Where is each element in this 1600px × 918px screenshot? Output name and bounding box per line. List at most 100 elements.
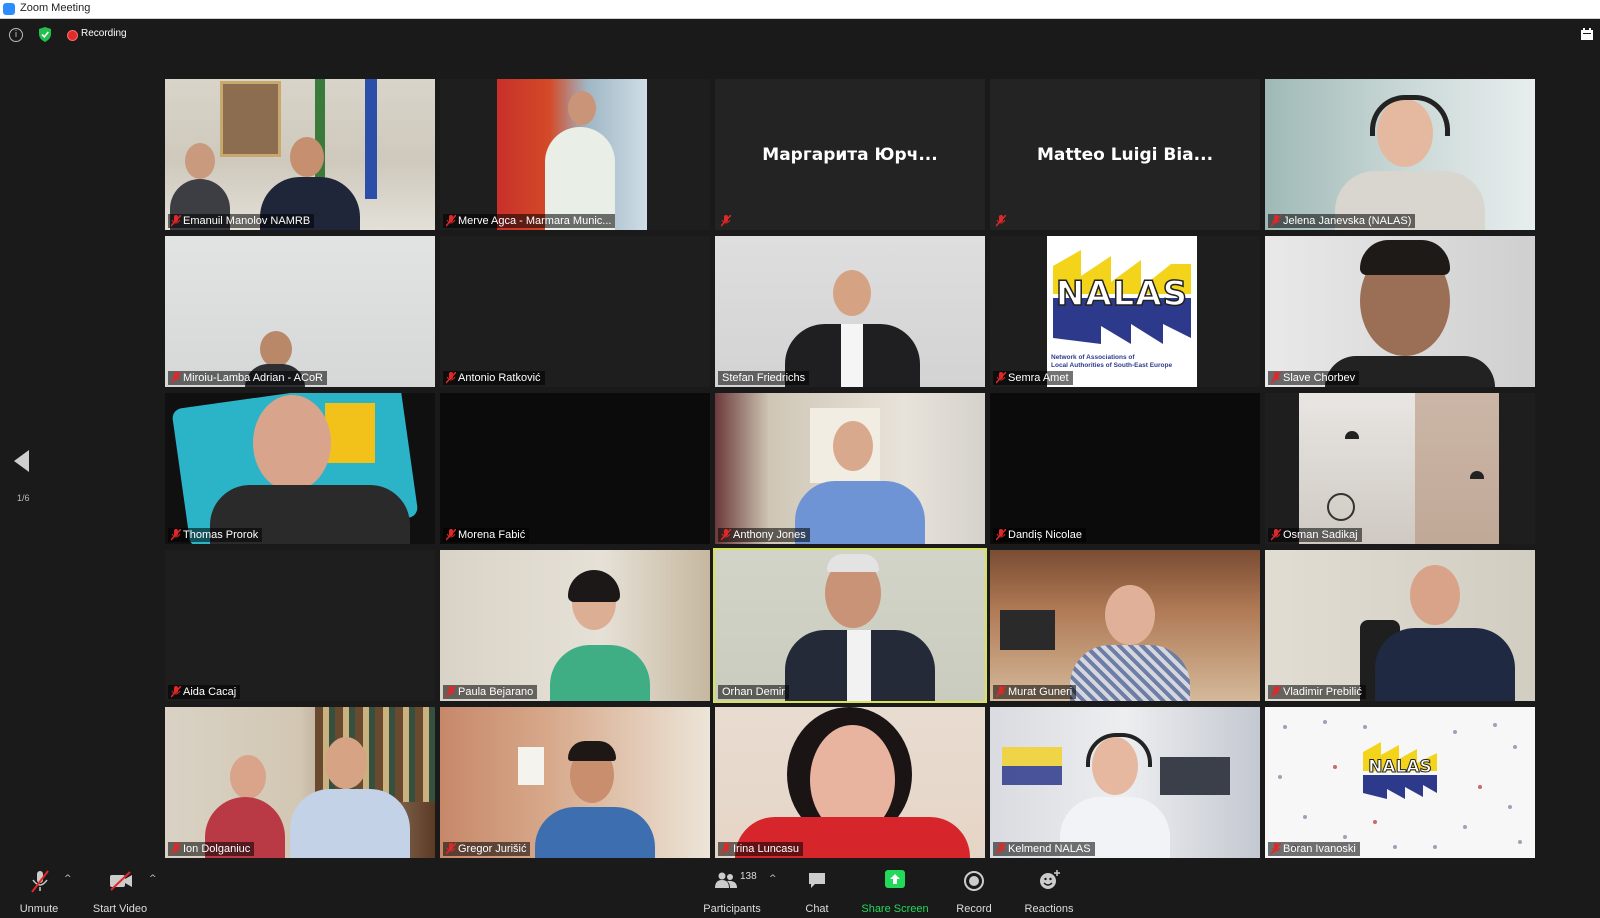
unmute-button[interactable]: Unmute <box>12 866 66 918</box>
participant-tile[interactable]: Morena Fabić <box>440 393 710 544</box>
chat-label: Chat <box>805 903 829 915</box>
participant-tile[interactable]: NALAS Network of Associations of Local A… <box>990 236 1260 387</box>
participant-tile[interactable]: Маргарита Юрч... <box>715 79 985 230</box>
participant-tile[interactable]: Antonio Ratković <box>440 236 710 387</box>
record-button[interactable]: Record <box>950 866 998 918</box>
muted-mic-icon <box>1271 215 1281 227</box>
participant-tile[interactable]: Aida Cacaj <box>165 550 435 701</box>
muted-mic-icon <box>171 686 181 698</box>
participant-name: Gregor Jurišić <box>458 843 527 855</box>
participant-name: Vladimir Prebilić <box>1283 686 1362 698</box>
participant-tile[interactable]: Stefan Friedrichs <box>715 236 985 387</box>
participant-tile[interactable]: Paula Bejarano <box>440 550 710 701</box>
muted-mic-icon <box>171 529 181 541</box>
shirt <box>841 324 863 387</box>
participant-name: Murat Guneri <box>1008 686 1073 698</box>
participant-name: Ion Dolganiuc <box>183 843 251 855</box>
participant-nameplate: Emanuil Manolov NAMRB <box>168 214 315 228</box>
hair <box>1360 240 1450 275</box>
start-video-button[interactable]: Start Video <box>86 866 154 918</box>
video-options-caret-icon[interactable]: ^ <box>149 874 157 884</box>
participant-nameplate: Vladimir Prebilić <box>1268 685 1366 699</box>
participant-tile[interactable]: Emanuil Manolov NAMRB <box>165 79 435 230</box>
participant-nameplate: Miroiu-Lamba Adrian - ACoR <box>168 371 328 385</box>
muted-mic-icon <box>171 843 181 855</box>
reactions-button[interactable]: Reactions <box>1018 866 1080 918</box>
gallery-view-icon[interactable] <box>1580 27 1594 41</box>
participant-name: Boran Ivanoski <box>1283 843 1356 855</box>
pattern-background <box>1278 720 1522 849</box>
participant-name: Miroiu-Lamba Adrian - ACoR <box>183 372 324 384</box>
participant-nameplate: Morena Fabić <box>443 528 530 542</box>
participant-nameplate: Jelena Janevska (NALAS) <box>1268 214 1416 228</box>
participants-button[interactable]: 138 Participants <box>698 866 766 918</box>
reactions-label: Reactions <box>1024 903 1074 915</box>
muted-mic-icon <box>996 843 1006 855</box>
participant-tile[interactable]: Ion Dolganiuc <box>165 707 435 858</box>
muted-microphone-icon <box>31 870 49 893</box>
poster-letter <box>325 403 375 463</box>
muted-mic-icon <box>721 843 731 855</box>
wall-clock <box>1327 493 1355 521</box>
participant-tile[interactable]: Thomas Prorok <box>165 393 435 544</box>
muted-mic-icon <box>446 843 456 855</box>
muted-mic-icon <box>1271 372 1281 384</box>
share-screen-label: Share Screen <box>861 903 929 915</box>
participant-tile[interactable]: Irina Luncasu <box>715 707 985 858</box>
muted-mic-icon <box>446 372 456 384</box>
participant-nameplate <box>718 214 737 228</box>
participant-tile[interactable]: Osman Sadikaj <box>1265 393 1535 544</box>
participant-tile[interactable]: NALAS Boran Ivanoski <box>1265 707 1535 858</box>
participant-name: Osman Sadikaj <box>1283 529 1358 541</box>
hair <box>827 554 879 572</box>
flag <box>365 79 377 199</box>
nalas-caption-line: Network of Associations of <box>1051 354 1135 361</box>
participant-name: Merve Agca - Marmara Munic... <box>458 215 612 227</box>
monitor <box>1000 610 1055 650</box>
shield-check-icon[interactable] <box>38 27 52 42</box>
participant-tile[interactable]: Vladimir Prebilić <box>1265 550 1535 701</box>
participant-nameplate: Dandiș Nicolae <box>993 528 1086 542</box>
participant-tile[interactable]: Kelmend NALAS <box>990 707 1260 858</box>
participant-tile[interactable]: Murat Guneri <box>990 550 1260 701</box>
participant-tile[interactable]: Matteo Luigi Bia... <box>990 79 1260 230</box>
participant-tile[interactable]: Miroiu-Lamba Adrian - ACoR <box>165 236 435 387</box>
participant-name: Kelmend NALAS <box>1008 843 1091 855</box>
participant-tile[interactable]: Gregor Jurišić <box>440 707 710 858</box>
ceiling-lamp <box>1345 431 1359 439</box>
participant-nameplate: Semra Amet <box>993 371 1073 385</box>
participant-nameplate: Merve Agca - Marmara Munic... <box>443 214 616 228</box>
unmute-label: Unmute <box>19 903 59 915</box>
participant-nameplate: Gregor Jurišić <box>443 842 531 856</box>
participant-name: Thomas Prorok <box>183 529 259 541</box>
participant-name: Paula Bejarano <box>458 686 534 698</box>
wall-screen <box>1160 757 1230 795</box>
participant-tile[interactable]: Merve Agca - Marmara Munic... <box>440 79 710 230</box>
participant-tile[interactable]: Dandiș Nicolae <box>990 393 1260 544</box>
chat-button[interactable]: Chat <box>795 866 839 918</box>
audio-options-caret-icon[interactable]: ^ <box>64 874 72 884</box>
muted-mic-icon <box>1271 843 1281 855</box>
participant-tile[interactable]: Anthony Jones <box>715 393 985 544</box>
participant-name: Stefan Friedrichs <box>722 372 806 384</box>
share-screen-button[interactable]: Share Screen <box>860 866 930 918</box>
participant-name: Aida Cacaj <box>183 686 237 698</box>
participant-name: Irina Luncasu <box>733 843 800 855</box>
participant-nameplate: Irina Luncasu <box>718 842 804 856</box>
wall-paper <box>518 747 544 785</box>
muted-mic-icon <box>1271 686 1281 698</box>
participant-nameplate: Osman Sadikaj <box>1268 528 1362 542</box>
meeting-toolbar: Unmute ^ Start Video ^ 138 Participants … <box>0 866 1600 918</box>
muted-mic-icon <box>446 215 456 227</box>
info-icon[interactable]: i <box>9 28 23 42</box>
participant-nameplate: Kelmend NALAS <box>993 842 1095 856</box>
active-speaker-tile[interactable]: Orhan Demir <box>713 548 987 703</box>
participant-nameplate: Paula Bejarano <box>443 685 538 699</box>
participant-nameplate: Anthony Jones <box>718 528 810 542</box>
participant-tile[interactable]: Jelena Janevska (NALAS) <box>1265 79 1535 230</box>
previous-page-arrow-icon[interactable] <box>14 450 29 472</box>
window-titlebar: Zoom Meeting <box>0 0 1600 19</box>
painting <box>220 81 281 157</box>
participant-tile[interactable]: Slave Chorbev <box>1265 236 1535 387</box>
participants-options-caret-icon[interactable]: ^ <box>769 874 777 884</box>
